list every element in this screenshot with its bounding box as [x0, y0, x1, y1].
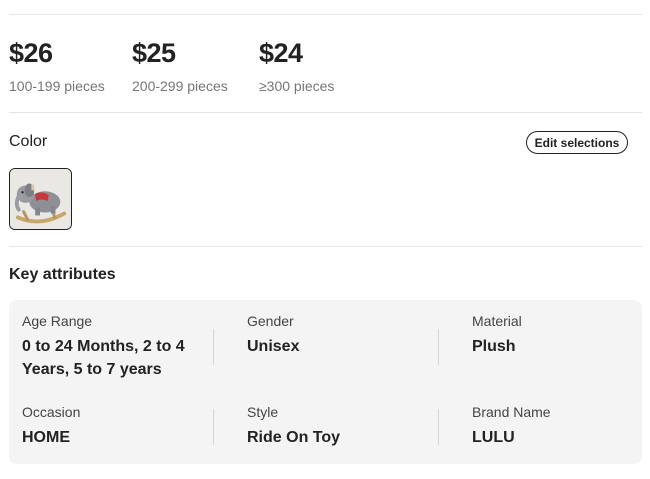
attribute-value: LULU	[472, 429, 515, 446]
product-details-panel: $26 100-199 pieces $25 200-299 pieces $2…	[0, 0, 650, 479]
tier-quantity-range: 100-199 pieces	[9, 78, 105, 94]
attribute-material: Material Plush	[472, 313, 650, 358]
price-tier-2: $25 200-299 pieces	[132, 38, 228, 94]
tier-price: $24	[259, 38, 303, 68]
tier-quantity-range: ≥300 pieces	[259, 78, 335, 94]
attribute-name: Brand Name	[472, 404, 551, 420]
price-tier-1: $26 100-199 pieces	[9, 38, 105, 94]
attribute-value: Ride On Toy	[247, 429, 341, 446]
edit-selections-button[interactable]: Edit selections	[526, 131, 628, 154]
color-label: Color	[9, 133, 48, 150]
attribute-name: Occasion	[22, 404, 81, 420]
attribute-name: Gender	[247, 313, 294, 329]
attribute-style: Style Ride On Toy	[247, 404, 427, 449]
tier-quantity-range: 200-299 pieces	[132, 78, 228, 94]
column-separator	[438, 409, 439, 445]
tier-price: $25	[132, 38, 176, 68]
attribute-name: Style	[247, 404, 279, 420]
column-separator	[213, 409, 214, 445]
top-divider	[9, 14, 642, 15]
column-separator	[213, 329, 214, 365]
attribute-value: HOME	[22, 429, 70, 446]
attribute-value: 0 to 24 Months, 2 to 4 Years, 5 to 7 yea…	[22, 338, 185, 378]
color-divider	[9, 246, 642, 247]
column-separator	[438, 329, 439, 365]
plush-elephant-rocking-toy-thumbnail	[10, 169, 71, 229]
tier-price: $26	[9, 38, 53, 68]
attribute-value: Unisex	[247, 338, 300, 355]
key-attributes-grid: Age Range 0 to 24 Months, 2 to 4 Years, …	[9, 300, 642, 464]
attribute-gender: Gender Unisex	[247, 313, 427, 358]
attribute-occasion: Occasion HOME	[22, 404, 202, 449]
attribute-name: Material	[472, 313, 522, 329]
attribute-value: Plush	[472, 338, 516, 355]
price-tier-3: $24 ≥300 pieces	[259, 38, 334, 94]
attribute-brand-name: Brand Name LULU	[472, 404, 650, 449]
attribute-age-range: Age Range 0 to 24 Months, 2 to 4 Years, …	[22, 313, 192, 381]
attribute-name: Age Range	[22, 313, 93, 329]
color-swatch[interactable]	[9, 168, 72, 230]
price-divider	[9, 112, 642, 113]
key-attributes-title: Key attributes	[9, 266, 116, 283]
